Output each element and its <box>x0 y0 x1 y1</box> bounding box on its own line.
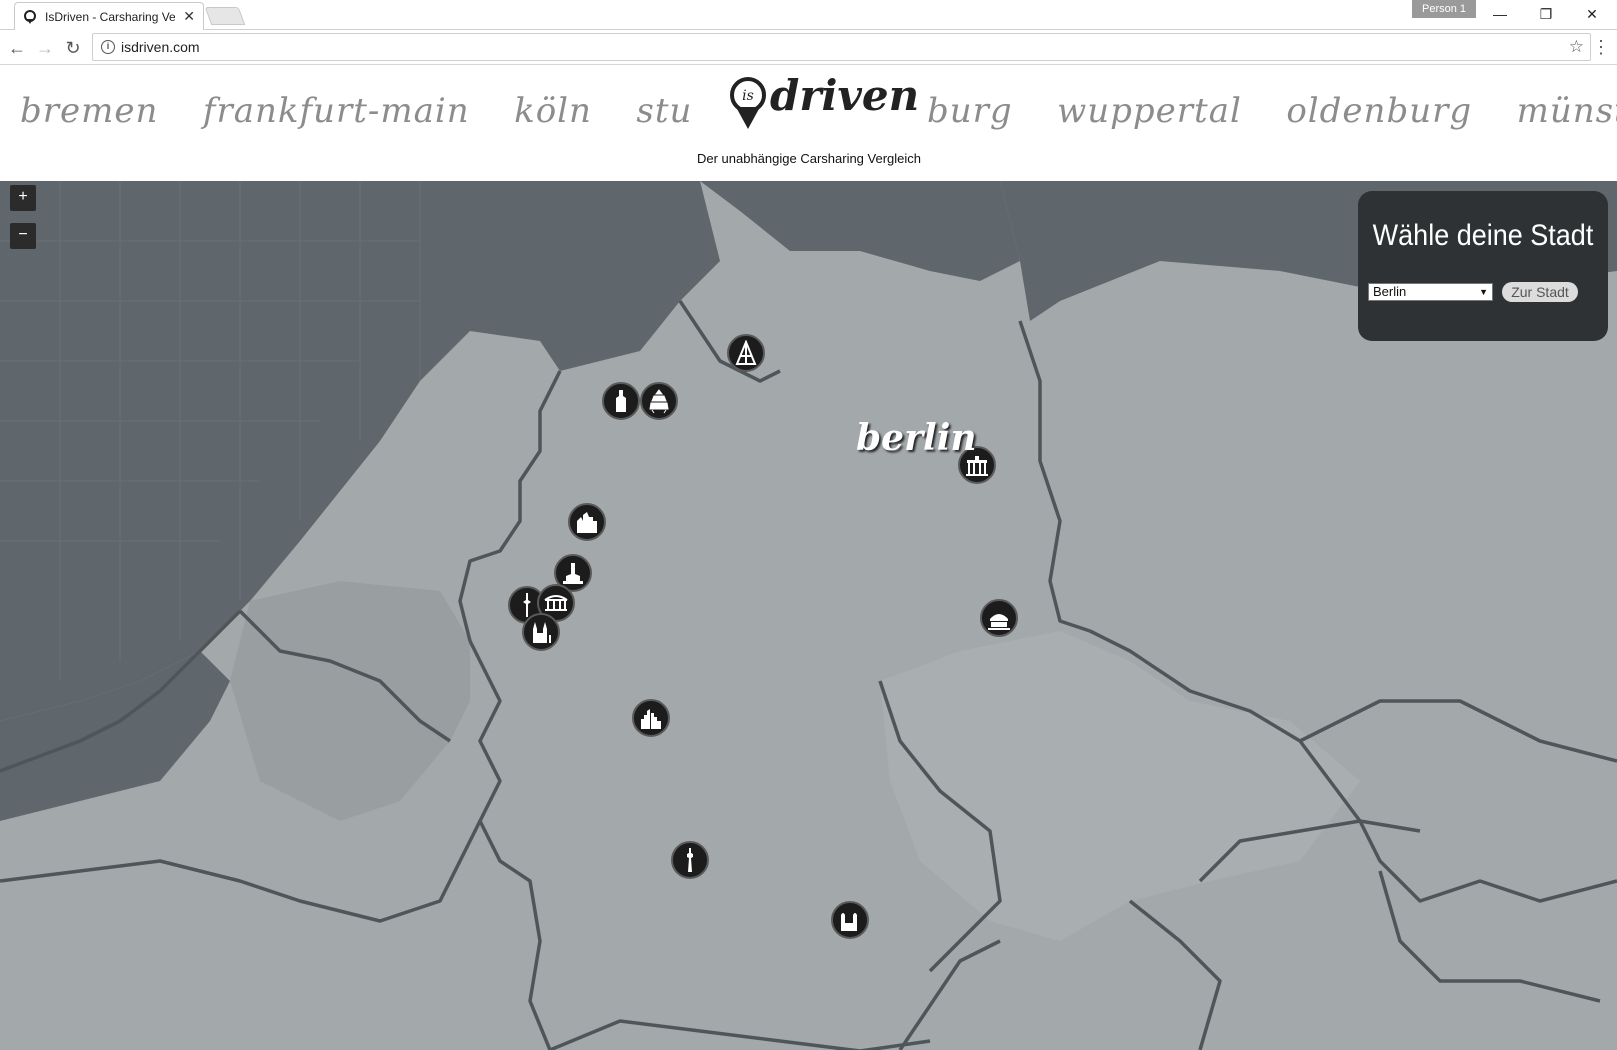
tab-title: IsDriven - Carsharing Ver <box>45 9 175 24</box>
site-header: bremen frankfurt-main köln stuttgart bur… <box>0 65 1617 181</box>
reload-icon[interactable]: ↻ <box>62 37 84 59</box>
stuttgart-tower-icon[interactable] <box>671 841 709 879</box>
go-to-city-button[interactable]: Zur Stadt <box>1502 282 1578 302</box>
zoom-out-button[interactable]: − <box>10 223 36 249</box>
logo-prefix: is <box>742 88 754 104</box>
minimize-button[interactable]: — <box>1477 0 1523 28</box>
restore-button[interactable]: ❐ <box>1523 0 1569 28</box>
kiel-tower-icon[interactable] <box>727 334 765 372</box>
koeln-cathedral-icon[interactable] <box>522 613 560 651</box>
site-logo[interactable]: is driven Der unabhängige Carsharing Ver… <box>692 65 926 181</box>
city-link-oldenburg[interactable]: oldenburg <box>1286 91 1472 131</box>
browser-toolbar: ← → ↻ i isdriven.com ☆ ⋮ <box>0 30 1617 65</box>
city-link-frankfurt[interactable]: frankfurt-main <box>203 91 470 131</box>
zoom-in-button[interactable]: + <box>10 185 36 211</box>
logo-pin-icon: is <box>730 77 766 129</box>
isdriven-favicon-icon <box>24 9 36 24</box>
browser-menu-icon[interactable]: ⋮ <box>1592 37 1610 58</box>
bookmark-star-icon[interactable]: ☆ <box>1569 37 1584 57</box>
tagline: Der unabhängige Carsharing Vergleich <box>696 151 922 166</box>
muenchen-church-icon[interactable] <box>831 901 869 939</box>
city-link-muenster[interactable]: münster <box>1517 91 1617 131</box>
address-bar[interactable]: i isdriven.com ☆ <box>92 33 1591 61</box>
city-carousel-right: burg wuppertal oldenburg münster dort <box>905 91 1617 131</box>
logo-text: driven <box>770 71 920 120</box>
city-link-bremen[interactable]: bremen <box>20 91 158 131</box>
tab-close-icon[interactable]: ✕ <box>183 8 195 25</box>
forward-arrow-icon[interactable]: → <box>34 37 56 59</box>
back-arrow-icon[interactable]: ← <box>6 37 28 59</box>
city-link-wuppertal[interactable]: wuppertal <box>1057 91 1242 131</box>
bremen-church-icon[interactable] <box>602 382 640 420</box>
city-link-koeln[interactable]: köln <box>514 91 592 131</box>
profile-badge[interactable]: Person 1 <box>1412 0 1477 18</box>
panel-title: Wähle deine Stadt <box>1372 219 1594 252</box>
bremen-musicians-icon[interactable] <box>640 382 678 420</box>
city-select-dropdown[interactable]: Berlin ▼ <box>1368 283 1493 301</box>
selected-city: Berlin <box>1373 284 1407 299</box>
browser-tab[interactable]: IsDriven - Carsharing Ver ✕ <box>14 2 204 30</box>
url-text[interactable]: isdriven.com <box>121 39 200 55</box>
frankfurt-skyline-icon[interactable] <box>632 699 670 737</box>
city-select-panel: Wähle deine Stadt Berlin ▼ Zur Stadt <box>1358 191 1608 341</box>
dresden-icon[interactable] <box>980 599 1018 637</box>
dropdown-arrow-icon: ▼ <box>1479 287 1488 297</box>
new-tab-button[interactable] <box>204 7 246 25</box>
info-icon[interactable]: i <box>101 40 115 54</box>
berlin-label[interactable]: berlin <box>856 417 977 459</box>
city-map[interactable]: + − berlin Wähle deine Stadt Berlin ▼ Zu… <box>0 181 1617 1050</box>
city-link-partial-burg[interactable]: burg <box>927 91 1013 131</box>
bielefeld-icon[interactable] <box>568 503 606 541</box>
browser-tab-bar: IsDriven - Carsharing Ver ✕ Person 1 — ❐… <box>0 0 1617 30</box>
close-window-button[interactable]: ✕ <box>1569 0 1615 28</box>
